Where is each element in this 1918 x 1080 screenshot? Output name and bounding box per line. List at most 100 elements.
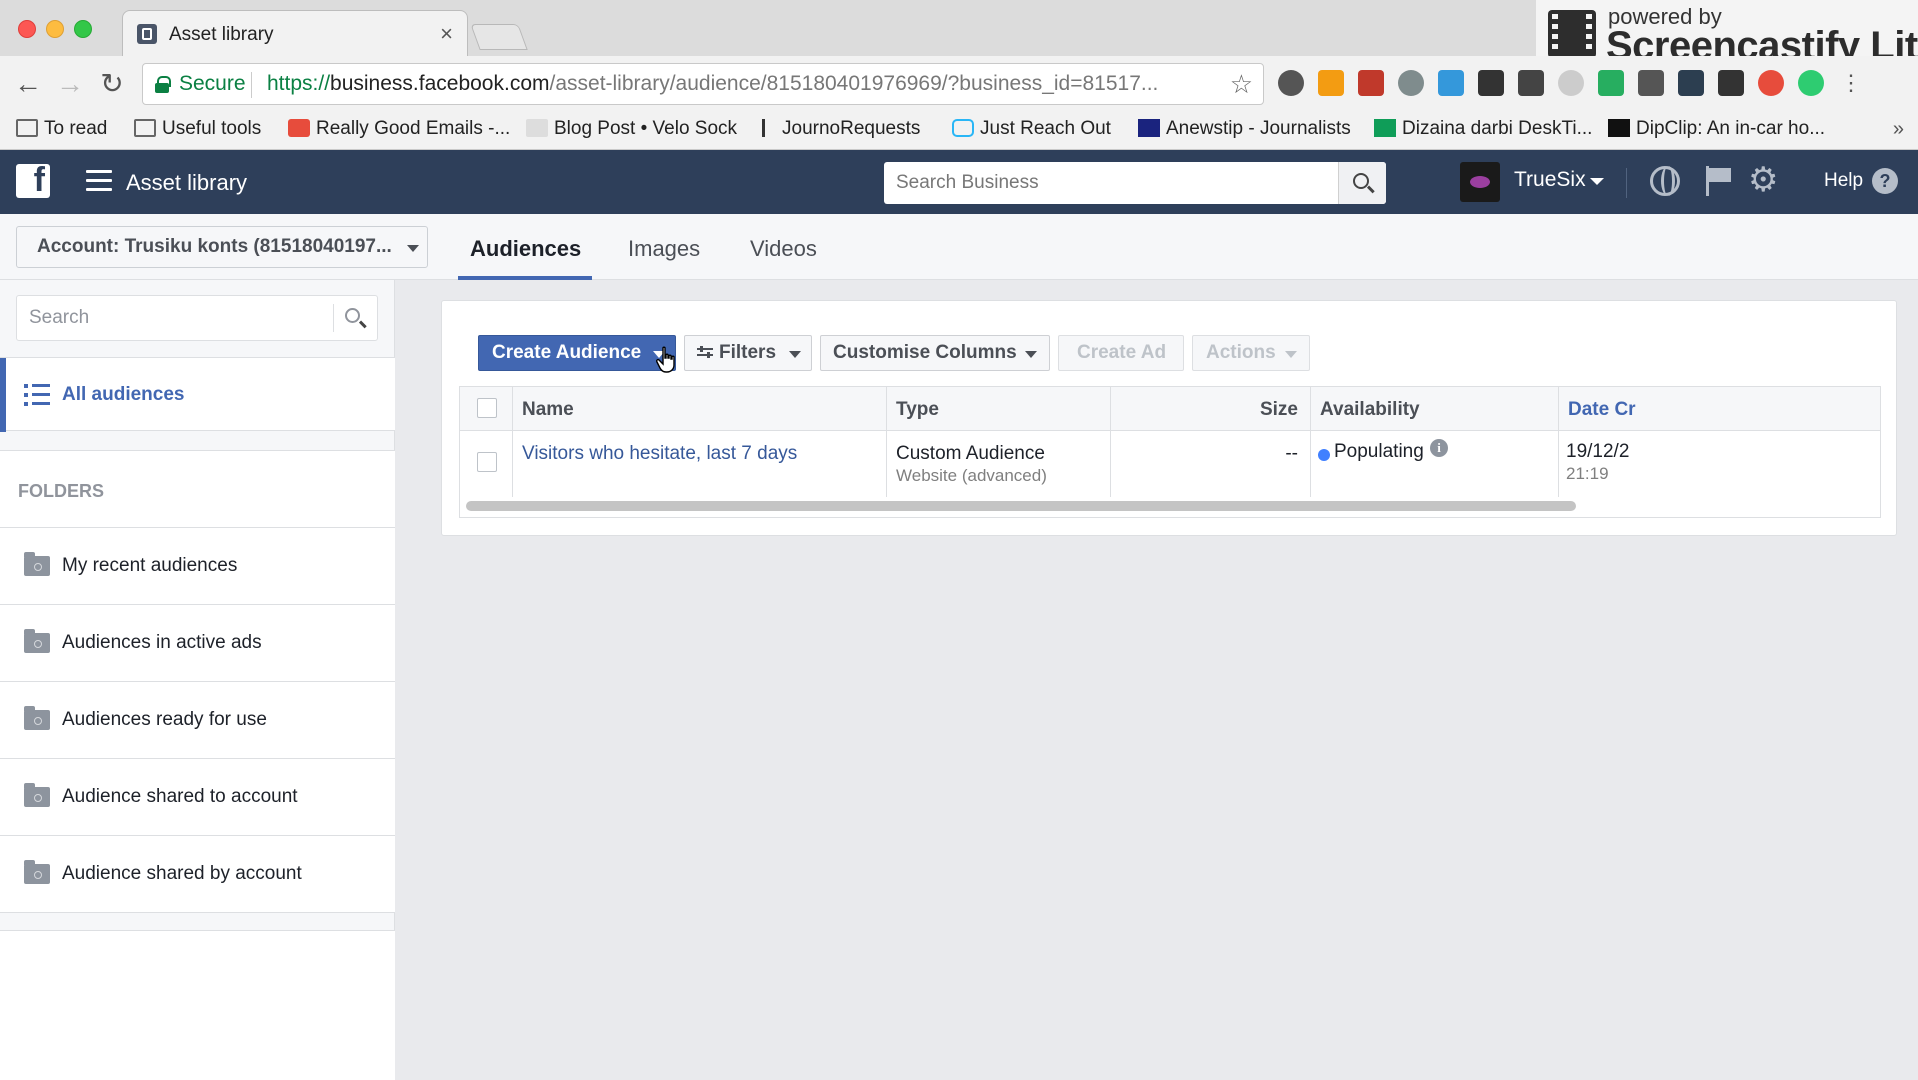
- minimize-window-button[interactable]: [46, 20, 64, 38]
- recycle-icon[interactable]: [1398, 70, 1424, 96]
- pinterest-icon[interactable]: [1278, 70, 1304, 96]
- sidebar-item-all-audiences[interactable]: All audiences: [0, 357, 395, 432]
- bookmark-item[interactable]: Anewstip - Journalists: [1138, 118, 1360, 144]
- m-icon[interactable]: [1638, 70, 1664, 96]
- help-question-icon[interactable]: ?: [1872, 168, 1898, 194]
- account-selector[interactable]: Account: Trusiku konts (81518040197...: [16, 226, 428, 268]
- audience-size: --: [1285, 443, 1298, 464]
- bookmark-item[interactable]: Just Reach Out: [952, 118, 1111, 144]
- bookmark-item[interactable]: To read: [16, 118, 107, 144]
- secure-label: Secure: [179, 72, 246, 95]
- sidebar-folder-item[interactable]: Audiences ready for use: [0, 682, 395, 759]
- hamburger-menu-icon[interactable]: [86, 170, 112, 192]
- bookmark-star-icon[interactable]: ☆: [1230, 69, 1253, 100]
- business-search-input[interactable]: [884, 162, 1386, 204]
- film-icon: [1548, 10, 1596, 58]
- sidebar-folder-item[interactable]: Audience shared by account: [0, 836, 395, 913]
- facebook-logo-icon[interactable]: f: [16, 161, 50, 199]
- maximize-window-button[interactable]: [74, 20, 92, 38]
- column-divider: [886, 387, 887, 497]
- folders-heading: FOLDERS: [0, 450, 395, 528]
- column-header-size[interactable]: Size: [1260, 387, 1298, 431]
- filters-button[interactable]: Filters: [684, 335, 812, 371]
- bookmark-label: JournoRequests: [782, 118, 921, 139]
- folder-label: Audience shared to account: [62, 786, 298, 807]
- column-header-date[interactable]: Date Cr: [1568, 387, 1636, 431]
- help-link[interactable]: Help: [1824, 170, 1863, 192]
- flag-icon[interactable]: [1704, 166, 1732, 196]
- select-all-checkbox[interactable]: [477, 398, 497, 418]
- column-divider: [512, 387, 513, 497]
- tab-videos[interactable]: Videos: [750, 236, 817, 262]
- chevron-down-icon[interactable]: [1590, 178, 1604, 185]
- tab-close-icon[interactable]: ×: [440, 21, 453, 47]
- sidebar-search-input[interactable]: [17, 296, 333, 340]
- filter-sliders-icon: [697, 346, 713, 358]
- checklist-icon[interactable]: [1678, 70, 1704, 96]
- audiences-panel: Create Audience Filters Customise Column…: [441, 300, 1897, 536]
- forward-arrow-icon[interactable]: →: [54, 68, 86, 100]
- back-arrow-icon[interactable]: ←: [12, 68, 44, 100]
- sidebar-folder-item[interactable]: My recent audiences: [0, 528, 395, 605]
- search-icon[interactable]: [345, 308, 360, 323]
- sheet-icon: [1374, 119, 1396, 137]
- chat-icon: [952, 119, 974, 137]
- extension-badge-icon[interactable]: [1318, 70, 1344, 96]
- customise-columns-button[interactable]: Customise Columns: [820, 335, 1050, 371]
- list-icon: [24, 384, 50, 406]
- column-header-name[interactable]: Name: [522, 387, 574, 431]
- create-audience-button[interactable]: Create Audience: [478, 335, 676, 371]
- pocket-icon[interactable]: [1718, 70, 1744, 96]
- bookmarks-overflow-icon[interactable]: »: [1893, 118, 1904, 141]
- search-icon: [1353, 173, 1369, 189]
- bookmark-item[interactable]: Dizaina darbi DeskTi...: [1374, 118, 1592, 144]
- film-strip-icon[interactable]: [1478, 70, 1504, 96]
- email-icon: [288, 119, 310, 137]
- business-name[interactable]: TrueSix: [1514, 168, 1586, 192]
- bookmark-label: Blog Post • Velo Sock: [554, 118, 738, 139]
- bookmark-item[interactable]: DipClip: An in-car ho...: [1608, 118, 1825, 144]
- horizontal-scrollbar[interactable]: [466, 501, 1576, 511]
- column-header-availability[interactable]: Availability: [1320, 387, 1420, 431]
- audience-name-link[interactable]: Visitors who hesitate, last 7 days: [522, 443, 797, 465]
- chevron-down-icon: [789, 351, 801, 358]
- sock-icon: [526, 119, 548, 137]
- gear-icon[interactable]: ⚙: [1748, 162, 1778, 198]
- column-header-type[interactable]: Type: [896, 387, 939, 431]
- fb-top-bar: f Asset library TrueSix ⚙ Help ?: [0, 150, 1918, 214]
- power-icon[interactable]: [1758, 70, 1784, 96]
- bookmark-label: To read: [44, 118, 108, 139]
- bookmark-label: DipClip: An in-car ho...: [1636, 118, 1826, 139]
- color-grid-icon[interactable]: [1598, 70, 1624, 96]
- globe-icon[interactable]: [1650, 166, 1680, 196]
- envelope-icon[interactable]: [1518, 70, 1544, 96]
- grey-circle-icon[interactable]: [1558, 70, 1584, 96]
- sidebar-folder-item[interactable]: Audiences in active ads: [0, 605, 395, 682]
- bookmark-item[interactable]: Useful tools: [134, 118, 261, 144]
- row-checkbox[interactable]: [477, 452, 497, 472]
- address-bar[interactable]: Secure https://business.facebook.com/ass…: [142, 63, 1264, 105]
- customise-columns-label: Customise Columns: [833, 342, 1017, 363]
- bookmark-item[interactable]: Blog Post • Velo Sock: [526, 118, 737, 144]
- create-ad-button[interactable]: Create Ad: [1058, 335, 1184, 371]
- tab-images[interactable]: Images: [628, 236, 700, 262]
- sidebar-folder-item[interactable]: Audience shared to account: [0, 759, 395, 836]
- url-text: https://business.facebook.com/asset-libr…: [267, 72, 1158, 96]
- folder-label: Audiences ready for use: [62, 709, 267, 730]
- close-window-button[interactable]: [18, 20, 36, 38]
- business-avatar[interactable]: [1460, 162, 1500, 202]
- actions-button[interactable]: Actions: [1192, 335, 1310, 371]
- bookmark-item[interactable]: JournoRequests: [762, 118, 920, 144]
- new-tab-button[interactable]: [470, 24, 528, 50]
- search-button[interactable]: [1338, 162, 1386, 204]
- chrome-menu-icon[interactable]: ⋮: [1840, 70, 1862, 96]
- tab-audiences[interactable]: Audiences: [470, 236, 581, 262]
- audiences-table: Name Type Size Availability Date Cr Visi…: [459, 386, 1881, 518]
- ald-icon[interactable]: [1438, 70, 1464, 96]
- grammarly-icon[interactable]: [1798, 70, 1824, 96]
- extension-red-icon[interactable]: [1358, 70, 1384, 96]
- reload-icon[interactable]: ↻: [96, 68, 128, 100]
- chevron-down-icon: [407, 245, 419, 252]
- browser-tab-asset-library[interactable]: Asset library ×: [122, 10, 468, 56]
- bookmark-item[interactable]: Really Good Emails -...: [288, 118, 510, 144]
